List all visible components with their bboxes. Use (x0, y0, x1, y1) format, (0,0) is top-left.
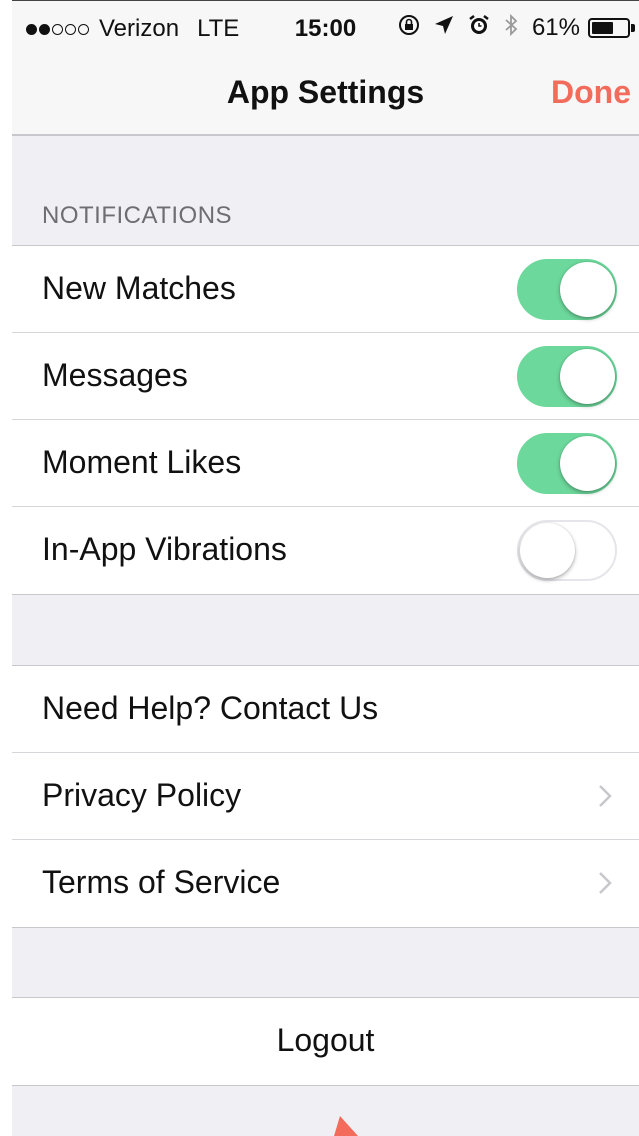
moment-likes-toggle[interactable] (517, 433, 617, 494)
setting-label: In-App Vibrations (42, 531, 287, 567)
rotation-lock-icon (398, 14, 420, 42)
contact-us-row[interactable]: Need Help? Contact Us (12, 666, 639, 753)
chevron-right-icon (599, 872, 612, 894)
logout-label: Logout (276, 1022, 375, 1058)
setting-label: Messages (42, 357, 188, 393)
done-button[interactable]: Done (551, 74, 631, 111)
section-header-label: NOTIFICATIONS (42, 202, 233, 229)
logout-group: Logout (12, 997, 639, 1086)
contact-us-label: Need Help? Contact Us (42, 690, 379, 726)
alarm-icon (468, 14, 490, 42)
location-icon (434, 15, 454, 41)
battery-icon (588, 18, 635, 38)
setting-label: Moment Likes (42, 444, 242, 480)
support-group: Need Help? Contact Us Privacy Policy Ter… (12, 665, 639, 928)
privacy-policy-row[interactable]: Privacy Policy (12, 753, 639, 840)
navigation-bar: App Settings Done (12, 54, 639, 136)
setting-row-moment-likes: Moment Likes (12, 420, 639, 507)
messages-toggle[interactable] (517, 346, 617, 407)
chevron-right-icon (599, 785, 612, 807)
bluetooth-icon (504, 13, 518, 43)
new-matches-toggle[interactable] (517, 259, 617, 320)
terms-of-service-row[interactable]: Terms of Service (12, 840, 639, 927)
arrow-icon (334, 1116, 358, 1136)
setting-row-in-app-vibrations: In-App Vibrations (12, 507, 639, 594)
battery-percent: 61% (531, 14, 580, 41)
page-title: App Settings (226, 74, 425, 110)
status-right: 61% (384, 13, 635, 43)
setting-row-messages: Messages (12, 333, 639, 420)
setting-label: New Matches (42, 270, 236, 306)
settings-screen: Verizon LTE 15:00 61% App Settings Done … (12, 0, 639, 1136)
privacy-policy-label: Privacy Policy (42, 777, 242, 813)
setting-row-new-matches: New Matches (12, 246, 639, 333)
status-bar: Verizon LTE 15:00 61% (12, 0, 639, 54)
notifications-section-header: NOTIFICATIONS (12, 136, 639, 245)
battery-level-fill (592, 22, 613, 34)
terms-of-service-label: Terms of Service (42, 864, 281, 900)
logout-button[interactable]: Logout (12, 998, 639, 1085)
notifications-group: New Matches Messages Moment Likes In-App… (12, 245, 639, 595)
in-app-vibrations-toggle[interactable] (517, 520, 617, 581)
